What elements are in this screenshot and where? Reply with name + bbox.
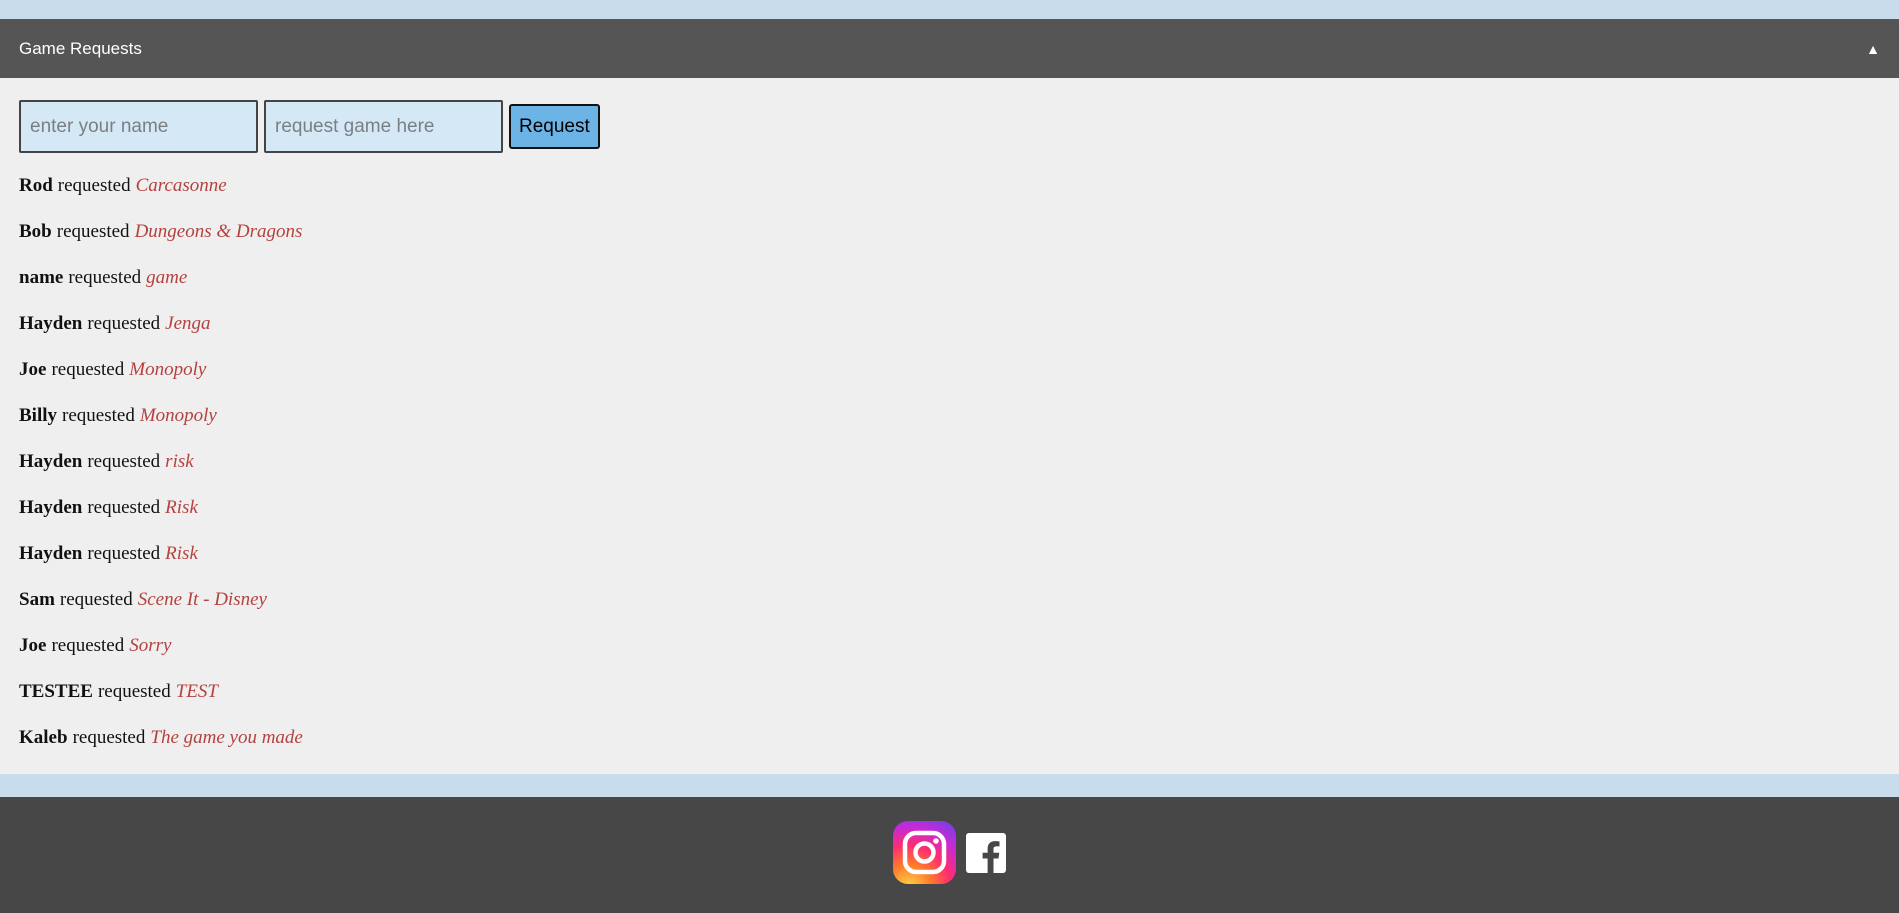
requested-game: Jenga bbox=[165, 313, 211, 334]
requested-game: Carcasonne bbox=[135, 175, 227, 196]
request-verb: requested bbox=[59, 589, 133, 610]
list-item: Joe requested Sorry bbox=[19, 623, 1880, 669]
list-item: Hayden requested Risk bbox=[19, 485, 1880, 531]
requested-game: Monopoly bbox=[139, 405, 217, 426]
list-item: Hayden requested Jenga bbox=[19, 301, 1880, 347]
requester-name: Billy bbox=[19, 405, 58, 426]
requested-game: Sorry bbox=[129, 635, 172, 656]
request-verb: requested bbox=[87, 313, 161, 334]
footer bbox=[0, 797, 1899, 913]
requested-game: Scene It - Disney bbox=[137, 589, 267, 610]
request-verb: requested bbox=[68, 267, 142, 288]
requested-game: Risk bbox=[165, 497, 198, 518]
request-verb: requested bbox=[56, 221, 130, 242]
panel-header[interactable]: Game Requests ▲ bbox=[0, 19, 1899, 78]
request-verb: requested bbox=[97, 681, 171, 702]
request-form: Request bbox=[19, 100, 1880, 153]
requester-name: Hayden bbox=[19, 497, 83, 518]
game-input[interactable] bbox=[264, 100, 503, 153]
request-verb: requested bbox=[87, 497, 161, 518]
list-item: name requested game bbox=[19, 255, 1880, 301]
requested-game: The game you made bbox=[150, 727, 303, 748]
requester-name: Hayden bbox=[19, 313, 83, 334]
request-button[interactable]: Request bbox=[509, 104, 600, 149]
requester-name: Bob bbox=[19, 221, 52, 242]
request-list: Rod requested Carcasonne Bob requested Dunge… bbox=[19, 163, 1880, 761]
collapse-icon[interactable]: ▲ bbox=[1866, 41, 1880, 57]
list-item: Sam requested Scene It - Disney bbox=[19, 577, 1880, 623]
requested-game: TEST bbox=[175, 681, 218, 702]
request-verb: requested bbox=[62, 405, 135, 426]
facebook-icon bbox=[966, 832, 1006, 873]
requested-game: Monopoly bbox=[129, 359, 207, 380]
request-verb: requested bbox=[51, 359, 125, 380]
requester-name: Sam bbox=[19, 589, 55, 610]
requester-name: Rod bbox=[19, 175, 53, 196]
requested-game: game bbox=[146, 267, 188, 288]
facebook-link[interactable] bbox=[966, 832, 1006, 878]
requester-name: TESTEE bbox=[19, 681, 93, 702]
requested-game: risk bbox=[165, 451, 194, 472]
game-requests-panel: Game Requests ▲ Request RodrequestedCarc… bbox=[0, 19, 1899, 774]
panel-body: Request RodrequestedCarcasonne Bobreques… bbox=[0, 78, 1899, 774]
request-verb: requested bbox=[57, 175, 131, 196]
request-verb: requested bbox=[72, 727, 146, 748]
panel-title: Game Requests bbox=[19, 38, 142, 58]
list-item: Rod requested Carcasonne bbox=[19, 163, 1880, 209]
requester-name: name bbox=[19, 267, 64, 288]
list-item: TESTEE requested TEST bbox=[19, 669, 1880, 715]
list-item: Kaleb requested The game you made bbox=[19, 715, 1880, 761]
request-verb: requested bbox=[51, 635, 125, 656]
list-item: Bob requested Dungeons & Dragons bbox=[19, 209, 1880, 255]
request-verb: requested bbox=[87, 451, 161, 472]
instagram-icon bbox=[893, 821, 956, 884]
requester-name: Hayden bbox=[19, 543, 83, 564]
requested-game: Dungeons & Dragons bbox=[134, 221, 303, 242]
list-item: Billy requested Monopoly bbox=[19, 393, 1880, 439]
requester-name: Joe bbox=[19, 635, 47, 656]
list-item: Hayden requested risk bbox=[19, 439, 1880, 485]
list-item: Hayden requested Risk bbox=[19, 531, 1880, 577]
request-verb: requested bbox=[87, 543, 161, 564]
requested-game: Risk bbox=[165, 543, 198, 564]
requester-name: Kaleb bbox=[19, 727, 68, 748]
requester-name: Hayden bbox=[19, 451, 83, 472]
requester-name: Joe bbox=[19, 359, 47, 380]
list-item: Joe requested Monopoly bbox=[19, 347, 1880, 393]
instagram-link[interactable] bbox=[893, 821, 956, 889]
name-input[interactable] bbox=[19, 100, 258, 153]
